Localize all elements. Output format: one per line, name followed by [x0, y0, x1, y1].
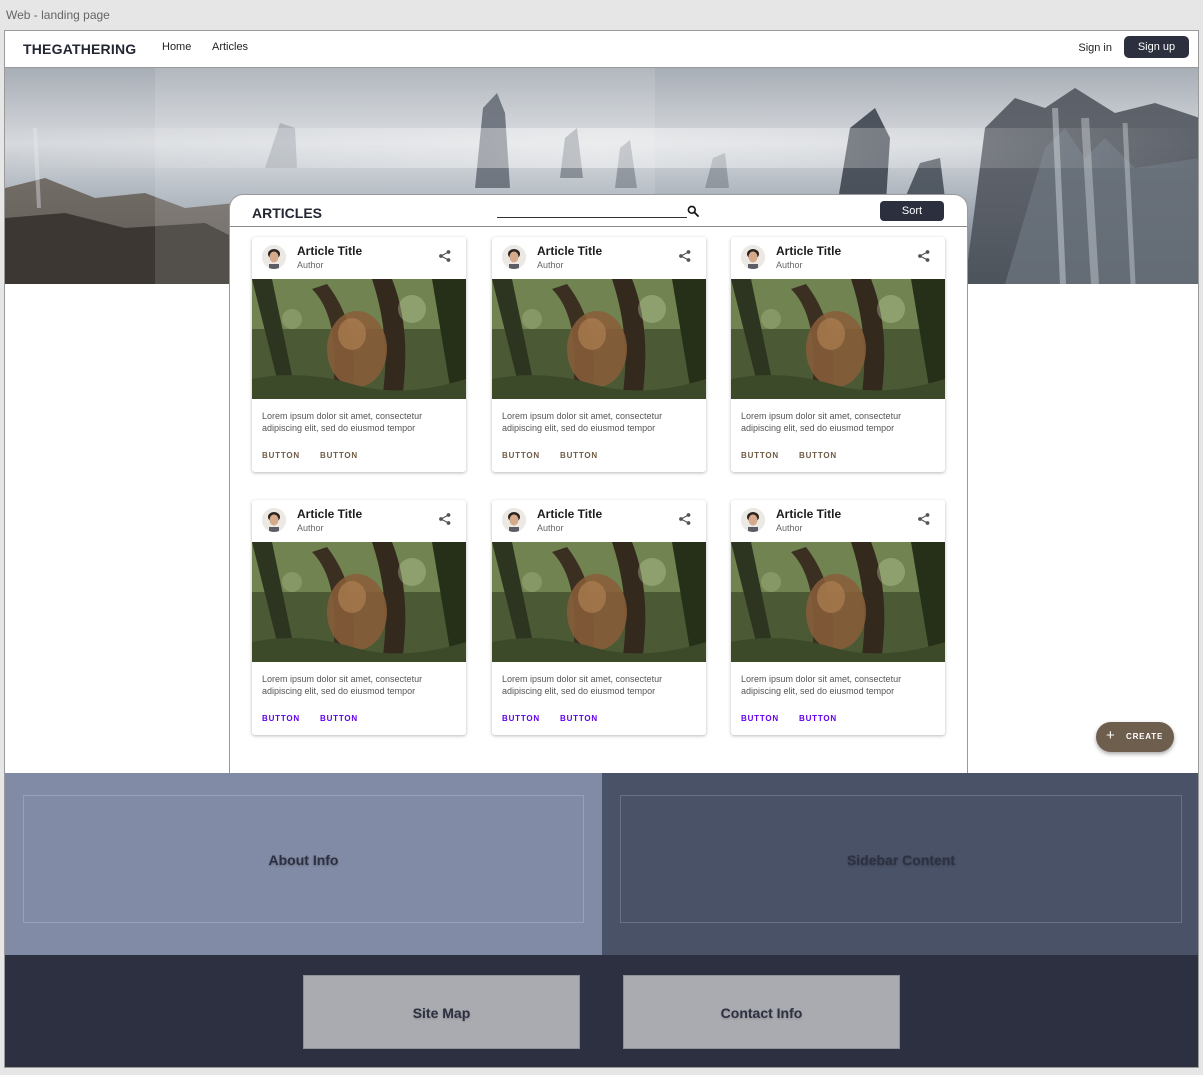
- card-action-button-2[interactable]: BUTTON: [799, 714, 837, 723]
- articles-panel: ARTICLES Sort Article Title Author Lorem…: [229, 194, 968, 774]
- article-card-6[interactable]: Article Title Author Lorem ipsum dolor s…: [731, 500, 945, 735]
- card-action-button-2[interactable]: BUTTON: [560, 451, 598, 460]
- frame-label: Web - landing page: [6, 8, 110, 22]
- article-author: Author: [297, 523, 324, 533]
- author-avatar: [741, 508, 765, 532]
- card-action-button-1[interactable]: BUTTON: [502, 714, 540, 723]
- card-action-button-1[interactable]: BUTTON: [262, 451, 300, 460]
- article-card-5[interactable]: Article Title Author Lorem ipsum dolor s…: [492, 500, 706, 735]
- article-excerpt: Lorem ipsum dolor sit amet, consectetur …: [741, 411, 902, 433]
- author-avatar: [502, 245, 526, 269]
- article-excerpt: Lorem ipsum dolor sit amet, consectetur …: [741, 674, 902, 696]
- article-author: Author: [537, 260, 564, 270]
- article-image: [252, 542, 466, 662]
- card-action-button-2[interactable]: BUTTON: [320, 451, 358, 460]
- about-info-section: About Info: [5, 773, 602, 955]
- share-icon[interactable]: [438, 249, 452, 263]
- search-icon[interactable]: [687, 205, 699, 217]
- article-image: [492, 279, 706, 399]
- sidebar-content-section: Sidebar Content: [602, 773, 1198, 955]
- article-card-3[interactable]: Article Title Author Lorem ipsum dolor s…: [731, 237, 945, 472]
- share-icon[interactable]: [438, 512, 452, 526]
- sign-up-button[interactable]: Sign up: [1124, 36, 1189, 58]
- article-title[interactable]: Article Title: [776, 244, 841, 258]
- share-icon[interactable]: [678, 249, 692, 263]
- nav-link-home[interactable]: Home: [162, 41, 191, 53]
- card-action-button-2[interactable]: BUTTON: [799, 451, 837, 460]
- article-image: [492, 542, 706, 662]
- plus-icon: +: [1106, 727, 1115, 744]
- sidebar-content-label: Sidebar Content: [846, 852, 956, 868]
- article-title[interactable]: Article Title: [297, 507, 362, 521]
- article-card-4[interactable]: Article Title Author Lorem ipsum dolor s…: [252, 500, 466, 735]
- articles-heading: ARTICLES: [252, 205, 322, 221]
- article-title[interactable]: Article Title: [776, 507, 841, 521]
- article-author: Author: [776, 523, 803, 533]
- card-action-button-2[interactable]: BUTTON: [560, 714, 598, 723]
- article-card-1[interactable]: Article Title Author Lorem ipsum dolor s…: [252, 237, 466, 472]
- footer: Site Map Contact Info: [5, 955, 1198, 1067]
- card-action-button-2[interactable]: BUTTON: [320, 714, 358, 723]
- sort-button[interactable]: Sort: [880, 201, 944, 221]
- contact-info-label: Contact Info: [720, 1005, 803, 1021]
- article-title[interactable]: Article Title: [297, 244, 362, 258]
- contact-info-box[interactable]: Contact Info: [623, 975, 900, 1049]
- article-excerpt: Lorem ipsum dolor sit amet, consectetur …: [502, 674, 663, 696]
- sign-in-link[interactable]: Sign in: [1078, 42, 1112, 54]
- article-excerpt: Lorem ipsum dolor sit amet, consectetur …: [262, 674, 423, 696]
- article-author: Author: [776, 260, 803, 270]
- author-avatar: [262, 508, 286, 532]
- landing-page-frame: THEGATHERING Home Articles Sign in Sign …: [4, 30, 1199, 1068]
- article-author: Author: [297, 260, 324, 270]
- article-title[interactable]: Article Title: [537, 244, 602, 258]
- nav-link-articles[interactable]: Articles: [212, 41, 248, 53]
- search-input[interactable]: [497, 203, 685, 217]
- panel-divider: [230, 226, 967, 227]
- card-action-button-1[interactable]: BUTTON: [741, 714, 779, 723]
- share-icon[interactable]: [917, 249, 931, 263]
- article-excerpt: Lorem ipsum dolor sit amet, consectetur …: [502, 411, 663, 433]
- card-action-button-1[interactable]: BUTTON: [741, 451, 779, 460]
- article-image: [731, 542, 945, 662]
- about-info-label: About Info: [268, 852, 339, 868]
- brand-logo[interactable]: THEGATHERING: [23, 41, 136, 57]
- top-navbar: THEGATHERING Home Articles Sign in Sign …: [5, 31, 1198, 68]
- article-author: Author: [537, 523, 564, 533]
- card-action-button-1[interactable]: BUTTON: [262, 714, 300, 723]
- author-avatar: [262, 245, 286, 269]
- article-excerpt: Lorem ipsum dolor sit amet, consectetur …: [262, 411, 423, 433]
- share-icon[interactable]: [917, 512, 931, 526]
- article-image: [731, 279, 945, 399]
- site-map-box[interactable]: Site Map: [303, 975, 580, 1049]
- author-avatar: [502, 508, 526, 532]
- search-underline: [497, 217, 687, 218]
- article-image: [252, 279, 466, 399]
- share-icon[interactable]: [678, 512, 692, 526]
- article-title[interactable]: Article Title: [537, 507, 602, 521]
- site-map-label: Site Map: [412, 1005, 471, 1021]
- article-card-2[interactable]: Article Title Author Lorem ipsum dolor s…: [492, 237, 706, 472]
- create-label: CREATE: [1126, 732, 1164, 741]
- author-avatar: [741, 245, 765, 269]
- create-fab-button[interactable]: + CREATE: [1096, 722, 1174, 752]
- card-action-button-1[interactable]: BUTTON: [502, 451, 540, 460]
